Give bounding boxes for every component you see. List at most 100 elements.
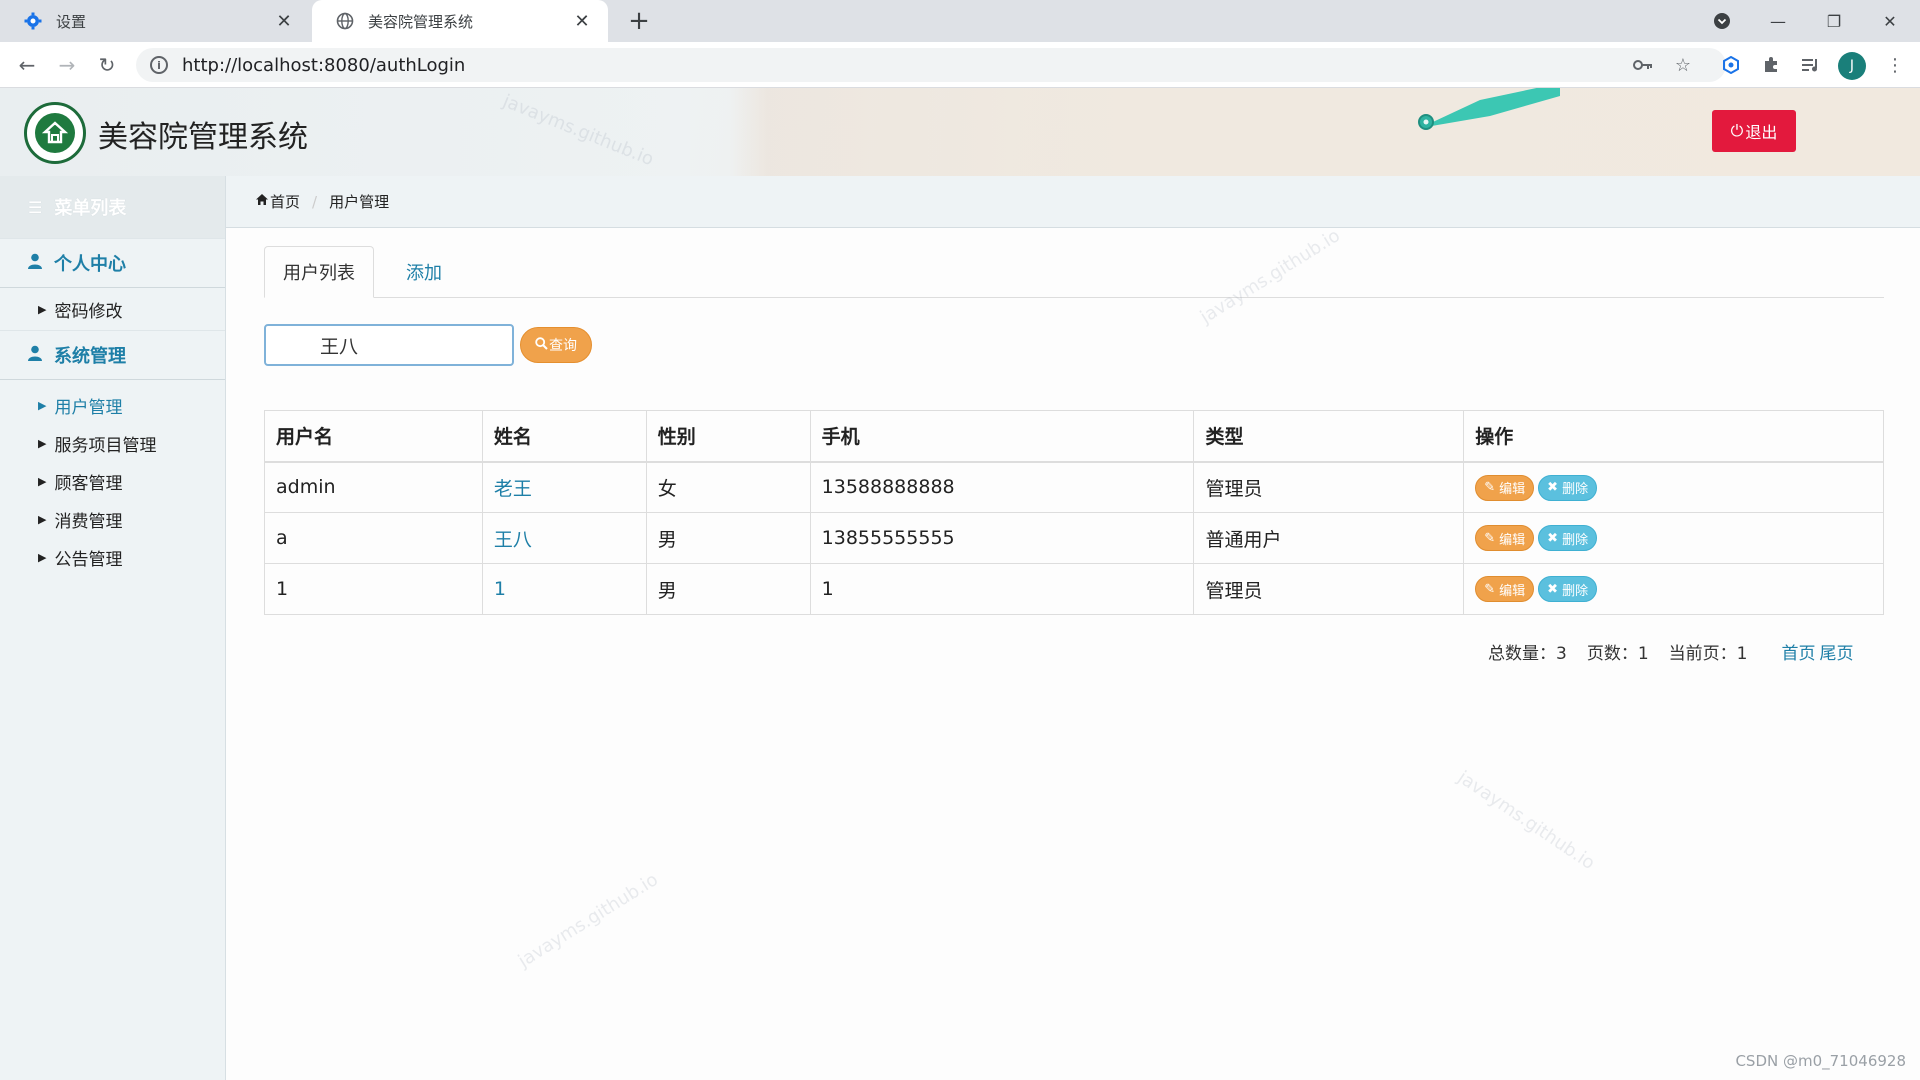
sidebar-group-personal[interactable]: 个人中心 — [0, 238, 225, 288]
pager-current: 当前页：1 — [1668, 643, 1748, 664]
edit-button-label: 编辑 — [1499, 482, 1526, 497]
delete-button-label: 删除 — [1562, 482, 1589, 497]
edit-button[interactable]: ✎ 编辑 — [1475, 525, 1535, 552]
caret-right-icon: ▶ — [38, 474, 47, 488]
logo-emblem-icon — [35, 113, 75, 153]
globe-icon — [336, 12, 354, 30]
new-tab-icon[interactable]: + — [624, 6, 654, 36]
x-icon: ✖ — [1547, 530, 1559, 546]
pager-pages: 页数：1 — [1586, 643, 1649, 664]
url-field[interactable]: i http://localhost:8080/authLogin — [136, 48, 1726, 82]
cell-name-link[interactable]: 王八 — [481, 512, 647, 564]
university-logo — [24, 102, 86, 164]
footer-credit: CSDN @m0_71046928 — [1735, 1052, 1906, 1070]
sidebar-item-label: 消费管理 — [54, 511, 123, 532]
content-tabs: 用户列表 添加 — [264, 246, 1884, 298]
media-list-icon[interactable] — [1796, 50, 1826, 80]
watermark: javayms.github.io — [514, 869, 662, 972]
table-row: admin 老王 女 13588888888 管理员 ✎ 编辑 ✖ 删除 — [264, 461, 1884, 513]
sidebar-item-label: 服务项目管理 — [54, 435, 157, 456]
cell-type: 管理员 — [1193, 461, 1465, 513]
breadcrumb: 首页 / 用户管理 — [226, 176, 1920, 228]
cell-username: a — [264, 512, 483, 564]
pencil-icon: ✎ — [1484, 581, 1496, 597]
pen-decoration-image — [1418, 88, 1560, 130]
sidebar-item-user-management[interactable]: ▶ 用户管理 — [0, 386, 225, 424]
search-input[interactable] — [264, 324, 514, 366]
sidebar-group-label: 个人中心 — [54, 254, 126, 275]
sidebar-item-service-management[interactable]: ▶ 服务项目管理 — [0, 424, 225, 462]
table-row: a 王八 男 13855555555 普通用户 ✎ 编辑 ✖ 删除 — [264, 512, 1884, 564]
key-icon[interactable] — [1628, 50, 1658, 80]
tab-user-list[interactable]: 用户列表 — [264, 246, 374, 298]
close-window-icon[interactable]: ✕ — [1862, 0, 1918, 42]
cell-name-link[interactable]: 老王 — [481, 461, 647, 513]
pager-total: 总数量：3 — [1488, 643, 1567, 664]
sidebar-item-consumption-management[interactable]: ▶ 消费管理 — [0, 500, 225, 538]
edit-button-label: 编辑 — [1499, 532, 1526, 548]
home-icon — [256, 194, 268, 209]
delete-button[interactable]: ✖ 删除 — [1538, 525, 1598, 552]
browser-tab-title: 设置 — [56, 12, 87, 31]
site-info-icon[interactable]: i — [150, 56, 168, 74]
restore-icon[interactable]: ❐ — [1806, 0, 1862, 42]
pager-last-link[interactable]: 尾页 — [1819, 639, 1853, 664]
caret-right-icon: ▶ — [38, 398, 47, 412]
close-tab-icon[interactable]: ✕ — [274, 11, 294, 32]
column-header: 手机 — [809, 410, 1195, 463]
pencil-icon: ✎ — [1484, 530, 1496, 546]
column-header: 用户名 — [264, 410, 483, 463]
logout-button[interactable]: ⏻ 退出 — [1712, 110, 1796, 152]
cell-name-link[interactable]: 1 — [481, 563, 647, 615]
cell-actions: ✎ 编辑 ✖ 删除 — [1463, 563, 1884, 615]
pagination: 总数量：3 页数：1 当前页：1 首页 尾页 — [1488, 638, 1888, 664]
browser-tab-app[interactable]: 美容院管理系统 ✕ — [312, 0, 608, 42]
caret-right-icon: ▶ — [38, 550, 47, 564]
breadcrumb-home-link[interactable]: 首页 — [270, 191, 300, 212]
edit-button-label: 编辑 — [1499, 583, 1526, 599]
edit-button[interactable]: ✎ 编辑 — [1475, 474, 1535, 501]
tab-add[interactable]: 添加 — [384, 246, 464, 298]
column-header: 类型 — [1193, 410, 1465, 463]
delete-button[interactable]: ✖ 删除 — [1538, 474, 1598, 501]
column-header: 性别 — [645, 410, 811, 463]
cell-gender: 男 — [645, 563, 811, 615]
column-header: 操作 — [1463, 410, 1884, 463]
sidebar-header-label: 菜单列表 — [54, 198, 127, 219]
delete-button[interactable]: ✖ 删除 — [1538, 576, 1598, 603]
sidebar-item-customer-management[interactable]: ▶ 顾客管理 — [0, 462, 225, 500]
delete-button-label: 删除 — [1562, 583, 1589, 599]
extension-hex-icon[interactable] — [1716, 50, 1746, 80]
cell-actions: ✎ 编辑 ✖ 删除 — [1463, 512, 1884, 564]
cell-phone: 13588888888 — [809, 461, 1195, 513]
app-header: 美容院管理系统 — [0, 88, 1920, 176]
profile-avatar[interactable]: J — [1838, 52, 1866, 80]
close-tab-icon[interactable]: ✕ — [572, 11, 592, 32]
sidebar-item-label: 密码修改 — [54, 301, 123, 322]
sidebar-item-password[interactable]: ▶ 密码修改 — [0, 290, 225, 328]
browser-menu-icon[interactable]: ⋮ — [1880, 50, 1910, 80]
browser-tab-settings[interactable]: 设置 ✕ — [0, 0, 310, 42]
pager-first-link[interactable]: 首页 — [1781, 639, 1815, 664]
sidebar: ☰ 菜单列表 个人中心 ▶ 密码修改 系统管理 ▶ 用户管理 ▶ 服务项目管理 … — [0, 176, 226, 1080]
minimize-icon[interactable]: — — [1750, 0, 1806, 42]
caret-right-icon: ▶ — [38, 302, 47, 316]
tab-search-icon[interactable] — [1694, 0, 1750, 42]
bookmark-star-icon[interactable]: ☆ — [1668, 50, 1698, 80]
app-title: 美容院管理系统 — [98, 120, 308, 155]
edit-button[interactable]: ✎ 编辑 — [1475, 576, 1535, 603]
breadcrumb-current: 用户管理 — [329, 193, 390, 211]
forward-icon[interactable]: → — [52, 50, 82, 80]
sidebar-group-system[interactable]: 系统管理 — [0, 330, 225, 380]
pencil-icon: ✎ — [1484, 480, 1496, 495]
back-icon[interactable]: ← — [12, 50, 42, 80]
gear-icon — [24, 12, 42, 30]
reload-icon[interactable]: ↻ — [92, 50, 122, 80]
url-text: http://localhost:8080/authLogin — [182, 54, 466, 76]
user-icon — [28, 253, 42, 273]
table-row: 1 1 男 1 管理员 ✎ 编辑 ✖ 删除 — [264, 563, 1884, 615]
address-bar: ← → ↻ i http://localhost:8080/authLogin … — [0, 42, 1920, 88]
search-button[interactable]: 查询 — [520, 327, 592, 363]
extensions-puzzle-icon[interactable] — [1756, 50, 1786, 80]
sidebar-item-announcement-management[interactable]: ▶ 公告管理 — [0, 538, 225, 576]
